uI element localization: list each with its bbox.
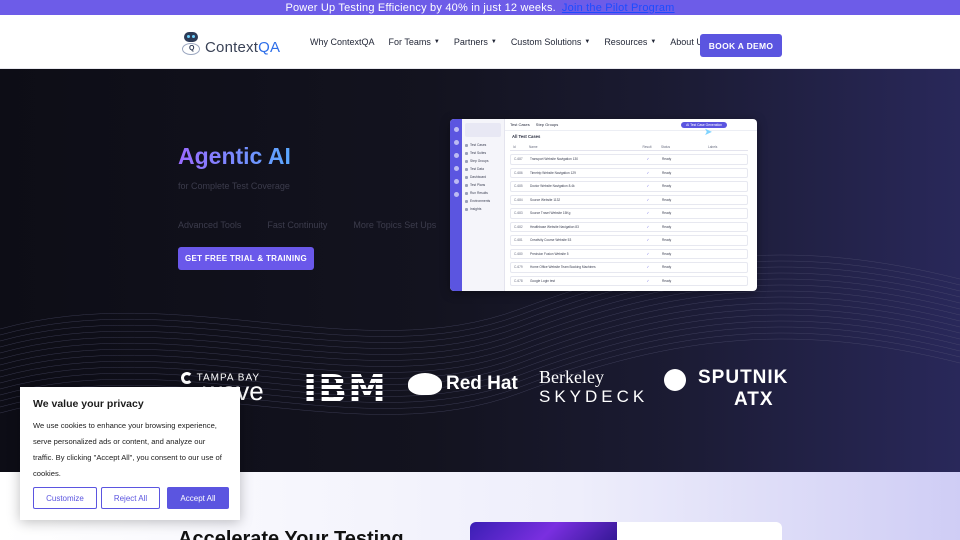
sidebar-item: Run Results (465, 191, 501, 195)
nav-partners[interactable]: Partners ▼ (454, 37, 497, 47)
mock-title: All Test Cases (512, 134, 541, 139)
sputnik-atx-logo: SPUTNIK ATX (664, 367, 788, 411)
table-row: C-682 Healthbase Website Navigation 83 ✓ Re… (510, 221, 748, 232)
check-icon: ✓ (646, 251, 650, 256)
chevron-down-icon: ▼ (433, 39, 440, 45)
chevron-down-icon: ▼ (650, 39, 657, 45)
tab-test-cases: Test Cases (510, 122, 530, 127)
table-row: C-684 Source Website 1132 ✓ Ready (510, 194, 748, 205)
logo[interactable]: Q ContextQA (181, 31, 280, 56)
check-icon: ✓ (646, 211, 650, 216)
sidebar-item: Test Data (465, 167, 501, 171)
check-icon: ✓ (646, 170, 650, 175)
promo-bar: Power Up Testing Efficiency by 40% in ju… (0, 0, 960, 15)
sidebar-item: Step Groups (465, 159, 501, 163)
app-sidebar: Test Cases Test Suites Step Groups Test … (462, 119, 505, 291)
check-icon: ✓ (646, 184, 650, 189)
feature-item: Advanced Tools (178, 220, 242, 230)
berkeley-skydeck-logo: Berkeley SKYDECK (539, 367, 649, 406)
check-icon: ✓ (646, 265, 650, 270)
nav-why-contextqa[interactable]: Why ContextQA (310, 37, 375, 47)
nav-resources[interactable]: Resources ▼ (604, 37, 656, 47)
cookie-title: We value your privacy (33, 398, 144, 410)
cookie-actions: Customize Reject All Accept All (33, 487, 229, 509)
nav-for-teams[interactable]: For Teams ▼ (389, 37, 440, 47)
table-row: C-679 Home Office Website Team Booking Ma… (510, 262, 748, 273)
table-row: C-680 Precision Fusion Website 5 ✓ Ready (510, 248, 748, 259)
table-header: Id Name Result Status Labels (510, 143, 748, 151)
app-screenshot: Test Cases Test Suites Step Groups Test … (450, 119, 757, 291)
reject-all-button[interactable]: Reject All (101, 487, 160, 509)
hero-subtitle: for Complete Test Coverage (178, 181, 290, 191)
logo-text: ContextQA (205, 39, 281, 56)
check-icon: ✓ (646, 157, 650, 162)
table-row: C-678 Google Login test ✓ Ready (510, 275, 748, 286)
chevron-down-icon: ▼ (584, 39, 591, 45)
robot-logo-icon: Q (181, 31, 201, 56)
cookie-body: We use cookies to enhance your browsing … (33, 421, 222, 478)
customize-button[interactable]: Customize (33, 487, 97, 509)
site-header: Q ContextQA Why ContextQA For Teams ▼ Par… (0, 15, 960, 69)
sidebar-item: Insights (465, 207, 501, 211)
feature-image (470, 522, 617, 540)
sidebar-item: Test Plans (465, 183, 501, 187)
feature-item: Fast Continuity (267, 220, 328, 230)
hero-title: Agentic AI (178, 143, 291, 169)
feature-item: More Topics Set Ups (353, 220, 437, 230)
tab-step-groups: Step Groups (535, 122, 559, 127)
accept-all-button[interactable]: Accept All (167, 487, 229, 509)
page: Power Up Testing Efficiency by 40% in ju… (0, 0, 960, 540)
cursor-icon: ➤ (704, 127, 713, 138)
test-cases-table: Id Name Result Status Labels C-687 Transp… (510, 143, 748, 286)
check-icon: ✓ (646, 197, 650, 202)
cookie-banner: We value your privacy We use cookies to … (20, 387, 240, 520)
check-icon: ✓ (646, 278, 650, 283)
section-title: Accelerate Your Testing (178, 528, 404, 540)
book-demo-button[interactable]: BOOK A DEMO (700, 34, 782, 57)
promo-text: Power Up Testing Efficiency by 40% in ju… (285, 1, 556, 14)
table-row: C-683 Source Travel Website 15Kg ✓ Ready (510, 208, 748, 219)
table-row: C-686 Timetrip Website Navigation 129 ✓ Rea… (510, 167, 748, 178)
table-row: C-687 Transport Website Navigation 130 ✓ Re… (510, 154, 748, 165)
sidebar-item: Environments (465, 199, 501, 203)
red-hat-logo: Red Hat (408, 373, 518, 395)
check-icon: ✓ (646, 224, 650, 229)
app-rail (450, 119, 462, 291)
nav-custom-solutions[interactable]: Custom Solutions ▼ (511, 37, 591, 47)
app-tabs: Test Cases Step Groups AI Test Case Gene… (505, 119, 757, 131)
check-icon: ✓ (646, 238, 650, 243)
feature-card (470, 522, 782, 540)
sidebar-item: Dashboard (465, 175, 501, 179)
free-trial-button[interactable]: GET FREE TRIAL & TRAINING (178, 247, 314, 270)
chevron-down-icon: ▼ (490, 39, 497, 45)
promo-link[interactable]: Join the Pilot Program (562, 2, 675, 14)
sidebar-item: Test Suites (465, 151, 501, 155)
table-row: C-681 Creativity Course Website 53 ✓ Ready (510, 235, 748, 246)
main-nav: Why ContextQA For Teams ▼ Partners ▼ Custo… (310, 15, 721, 69)
ibm-logo: IBM (303, 367, 387, 411)
hero-features: Advanced Tools Fast Continuity More Topi… (178, 220, 436, 230)
sidebar-item: Test Cases (465, 143, 501, 147)
table-row: C-685 Doctor Website Navigation 8.4k ✓ Read… (510, 181, 748, 192)
